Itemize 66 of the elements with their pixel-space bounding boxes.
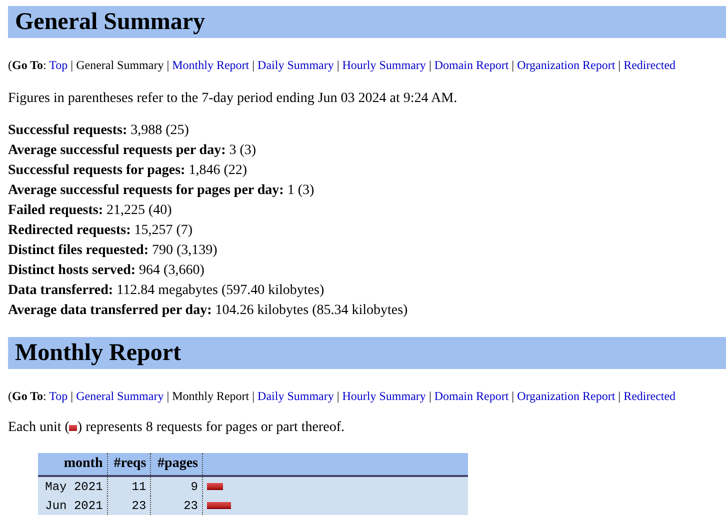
column-header: month: [38, 453, 108, 476]
nav-link[interactable]: Monthly Report: [172, 58, 250, 72]
stat-label: Redirected requests:: [8, 223, 131, 238]
stat-label: Average successful requests per day:: [8, 143, 226, 158]
separator: |: [618, 389, 621, 403]
separator: |: [618, 58, 621, 72]
nav-link[interactable]: Domain Report: [434, 58, 509, 72]
table-cell: 23: [107, 496, 151, 515]
stat-value: 15,257 (7): [134, 223, 193, 238]
section-heading: General Summary: [8, 6, 726, 38]
stat-label: Distinct files requested:: [8, 243, 148, 258]
stat-label: Average data transferred per day:: [8, 303, 212, 318]
legend-text: Each unit ( ) represents 8 requests for pages or part thereof.: [8, 420, 346, 436]
separator: |: [166, 389, 170, 403]
period-note: Figures in parentheses refer to the 7-day period ending Jun 03 2024 at 9:24 AM.: [8, 91, 458, 107]
separator: |: [70, 389, 74, 403]
stat-value: 3,988 (25): [130, 123, 189, 138]
stat-value: 3 (3): [229, 143, 256, 158]
current-page-label: General Summary: [76, 58, 164, 72]
stat-label: Data transferred:: [8, 283, 114, 298]
nav-link[interactable]: Redirected: [624, 58, 676, 72]
separator: |: [336, 389, 340, 403]
goto-label: (Go To:: [8, 58, 46, 72]
nav-link[interactable]: General Summary: [76, 389, 164, 403]
nav-link[interactable]: Organization Report: [517, 58, 616, 72]
nav-link[interactable]: Organization Report: [517, 389, 616, 403]
nav-link[interactable]: Hourly Summary: [342, 389, 426, 403]
current-page-label: Monthly Report: [172, 389, 250, 403]
nav-link[interactable]: Redirected: [624, 389, 676, 403]
stat-value: 112.84 megabytes (597.40 kilobytes): [116, 283, 324, 298]
nav-link[interactable]: Hourly Summary: [342, 58, 426, 72]
separator: |: [166, 58, 170, 72]
stat-label: Distinct hosts served:: [8, 263, 136, 278]
table-cell: May 2021: [38, 476, 108, 496]
nav-link[interactable]: Domain Report: [434, 389, 509, 403]
stat-label: Failed requests:: [8, 203, 104, 218]
stat-value: 1 (3): [287, 183, 314, 198]
table-cell: 11: [107, 476, 151, 496]
separator: |: [252, 389, 255, 403]
nav-link[interactable]: Top: [49, 389, 68, 403]
stat-value: 1,846 (22): [188, 163, 248, 178]
section-heading: Monthly Report: [8, 337, 726, 369]
stat-label: Successful requests for pages:: [8, 163, 186, 178]
nav-link[interactable]: Top: [49, 58, 68, 72]
separator: |: [512, 389, 514, 403]
nav-link[interactable]: Daily Summary: [258, 58, 334, 72]
separator: |: [70, 58, 74, 72]
separator: |: [252, 58, 255, 72]
stat-label: Average successful requests for pages per day:: [8, 183, 284, 198]
table-cell: 9: [150, 476, 202, 496]
separator: |: [336, 58, 340, 72]
stat-value: 104.26 kilobytes (85.34 kilobytes): [215, 303, 408, 318]
separator: |: [428, 58, 432, 72]
column-header: #pages: [150, 453, 202, 476]
stat-label: Successful requests:: [8, 123, 128, 138]
separator: |: [428, 389, 432, 403]
goto-label: (Go To:: [8, 389, 46, 403]
separator: |: [512, 58, 514, 72]
unit-bar-icon: [69, 424, 78, 431]
stat-value: 790 (3,139): [152, 243, 218, 258]
column-header: #reqs: [107, 453, 151, 476]
nav-link[interactable]: Daily Summary: [258, 389, 334, 403]
stat-value: 964 (3,660): [139, 263, 204, 278]
table-cell: 23: [150, 496, 202, 515]
table-cell: Jun 2021: [38, 496, 108, 515]
stat-value: 21,225 (40): [106, 203, 172, 218]
